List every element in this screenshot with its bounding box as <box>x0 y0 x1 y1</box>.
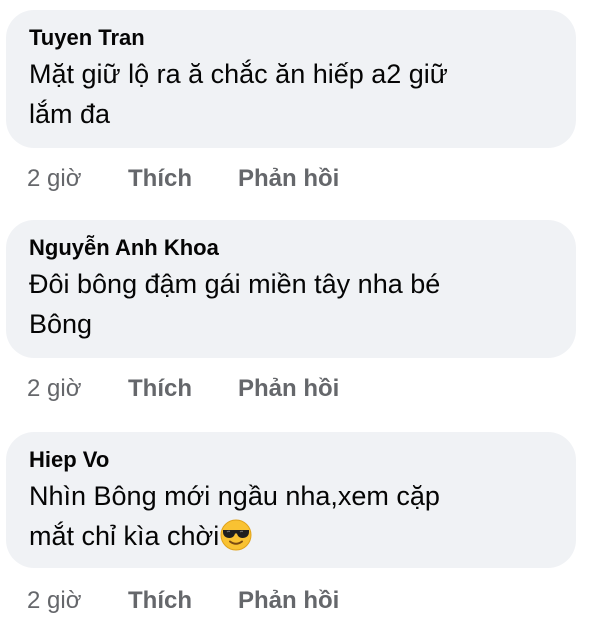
comment-timestamp[interactable]: 2 giờ <box>27 374 81 404</box>
comment-bubble: Hiep Vo Nhìn Bông mới ngầu nha,xem cặp m… <box>6 432 576 568</box>
smiling-face-with-sunglasses-icon <box>220 519 252 562</box>
comment-bubble: Tuyen Tran Mặt giữ lộ ra ă chắc ăn hiếp … <box>6 10 576 148</box>
comment-timestamp[interactable]: 2 giờ <box>27 164 81 194</box>
comment-author[interactable]: Nguyễn Anh Khoa <box>29 234 552 262</box>
like-link[interactable]: Thích <box>128 586 192 616</box>
comment-bubble: Nguyễn Anh Khoa Đôi bông đậm gái miền tâ… <box>6 220 576 358</box>
comment-text: Đôi bông đậm gái miền tây nha bé Bông <box>29 269 441 339</box>
like-link[interactable]: Thích <box>128 164 192 194</box>
like-link[interactable]: Thích <box>128 374 192 404</box>
comment-timestamp[interactable]: 2 giờ <box>27 586 81 616</box>
comment-text: Mặt giữ lộ ra ă chắc ăn hiếp a2 giữ lắm … <box>29 59 448 129</box>
reply-link[interactable]: Phản hồi <box>238 586 339 616</box>
reply-link[interactable]: Phản hồi <box>238 374 339 404</box>
comment-text: Nhìn Bông mới ngầu nha,xem cặp mắt chỉ k… <box>29 476 552 562</box>
comment-author[interactable]: Tuyen Tran <box>29 24 552 52</box>
comment-author[interactable]: Hiep Vo <box>29 446 552 474</box>
reply-link[interactable]: Phản hồi <box>238 164 339 194</box>
